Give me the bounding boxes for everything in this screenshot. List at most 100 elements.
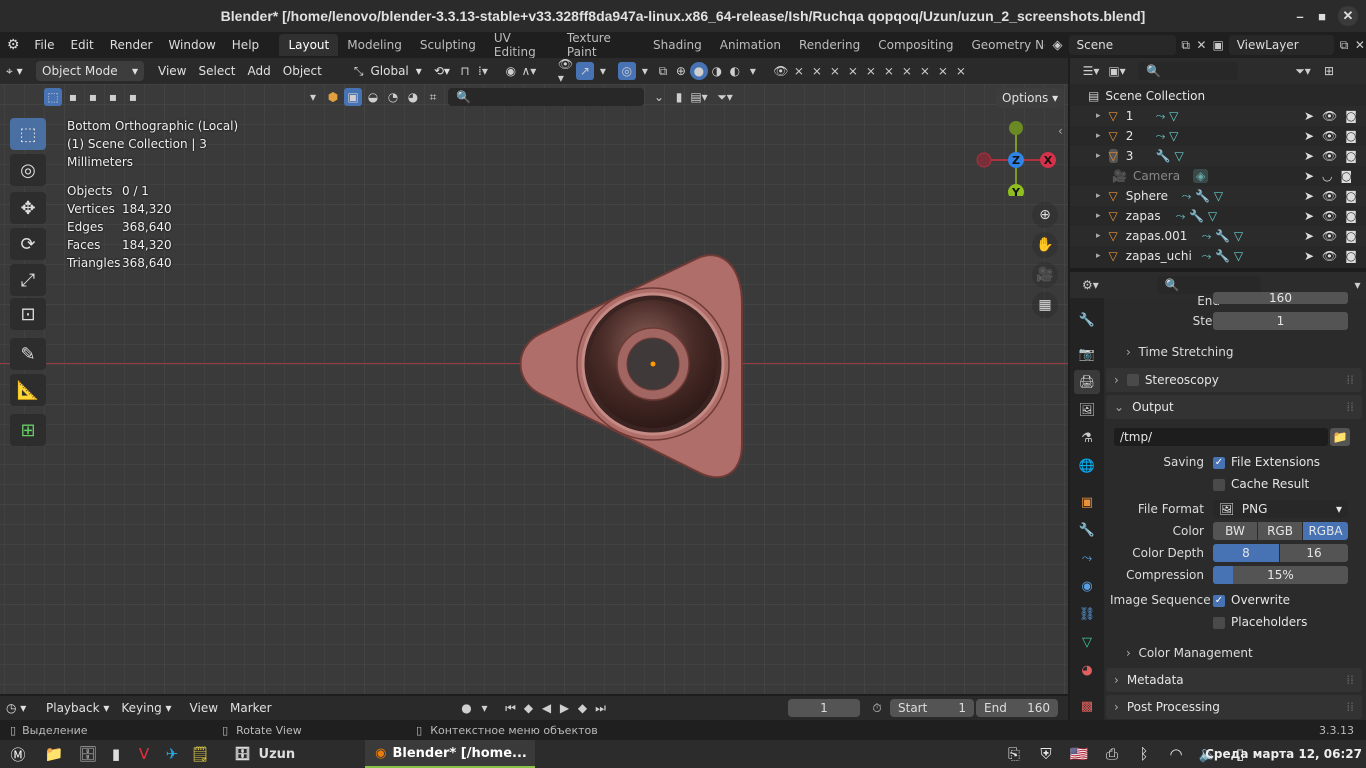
color-rgba-button[interactable]: RGBA xyxy=(1303,522,1348,540)
outliner-item-zapas-001[interactable]: ▸ ▽ zapas.001 ⤳ 🔧 ▽ ➤👁◙ xyxy=(1070,226,1366,246)
proportional-edit-icon[interactable]: ◉ xyxy=(502,62,520,80)
editor-type-icon[interactable]: ⌖ ▾ xyxy=(0,61,36,81)
output-path-field[interactable]: /tmp/ xyxy=(1114,428,1328,446)
cursor-tool[interactable]: ◎ xyxy=(10,154,46,186)
maximize-icon[interactable]: ■ xyxy=(1312,6,1332,26)
terminal-icon[interactable]: ▮ xyxy=(102,740,130,768)
tab-sculpting[interactable]: Sculpting xyxy=(411,34,485,56)
shield-icon[interactable]: ⛨ xyxy=(1032,740,1060,768)
visibility-icon[interactable]: 👁▾ xyxy=(558,57,576,85)
material-shading-icon[interactable]: ◑ xyxy=(708,62,726,80)
tab-shading[interactable]: Shading xyxy=(644,34,711,56)
scene-new-icon[interactable]: ⧉ xyxy=(1176,38,1195,53)
pan-hand-icon[interactable]: ✋ xyxy=(1032,232,1058,258)
outliner-item-sphere[interactable]: ▸ ▽ Sphere ⤳ 🔧 ▽ ➤👁◙ xyxy=(1070,186,1366,206)
mesh-filter-icon[interactable]: ◒ xyxy=(364,88,382,106)
filter-x-icon-9[interactable]: ⨯ xyxy=(934,62,952,80)
3d-viewport[interactable]: ⬚ ▪ ▪ ▪ ▪ ▾ ⬢ ▣ ◒ ◔ ◕ ⌗ 🔍 ⌄ ▮ ▤▾ ⏷▾ Opti… xyxy=(0,84,1068,694)
files-icon[interactable]: 📁 xyxy=(40,740,68,768)
select-invert-icon[interactable]: ▪ xyxy=(104,88,122,106)
scale-tool[interactable]: ⤢ xyxy=(10,264,46,296)
transform-tool[interactable]: ⊡ xyxy=(10,298,46,330)
minimize-icon[interactable]: – xyxy=(1290,6,1310,26)
rotate-tool[interactable]: ⟳ xyxy=(10,228,46,260)
display-mode-icon[interactable]: ▣▾ xyxy=(1108,62,1126,80)
file-format-dropdown[interactable]: 🖼 PNG ▾ xyxy=(1213,500,1348,518)
material-tab-icon[interactable]: ◕ xyxy=(1074,658,1100,682)
properties-options-icon[interactable]: ▾ xyxy=(1349,276,1366,294)
move-tool[interactable]: ✥ xyxy=(10,192,46,224)
metadata-panel[interactable]: › Metadata ⁞⁞ xyxy=(1106,668,1362,692)
gizmo-neg-x[interactable] xyxy=(976,152,992,168)
color-management-panel[interactable]: › Color Management xyxy=(1126,646,1253,660)
compression-slider[interactable]: 15% xyxy=(1213,566,1348,584)
menu-help[interactable]: Help xyxy=(224,34,267,56)
marker-menu[interactable]: Marker xyxy=(224,698,277,718)
jump-start-icon[interactable]: ⏮ xyxy=(502,699,520,717)
jump-end-icon[interactable]: ⏭ xyxy=(592,699,610,717)
overwrite-checkbox[interactable]: ✓ Overwrite xyxy=(1213,593,1290,607)
menu-file[interactable]: File xyxy=(26,34,62,56)
blender-logo-icon[interactable]: ⚙ xyxy=(0,37,26,53)
post-processing-panel[interactable]: › Post Processing ⁞⁞ xyxy=(1106,695,1362,719)
collapse-icon[interactable]: ⌄ xyxy=(650,88,668,106)
add-cube-tool[interactable]: ⊞ xyxy=(10,414,46,446)
outliner-filter-icon[interactable]: ⏷▾ xyxy=(1294,62,1312,80)
frame-step-field[interactable]: 1 xyxy=(1213,312,1348,330)
tab-compositing[interactable]: Compositing xyxy=(869,34,962,56)
menu-view[interactable]: View xyxy=(152,61,192,81)
gizmo-dropdown-icon[interactable]: ▾ xyxy=(594,62,612,80)
layout-icon[interactable]: ▤▾ xyxy=(690,88,708,106)
object-tab-icon[interactable]: ▣ xyxy=(1074,490,1100,514)
navigation-gizmo[interactable]: X Y Z xyxy=(972,116,1062,196)
viewport-search-input[interactable]: 🔍 xyxy=(448,88,644,106)
options-dropdown[interactable]: Options ▾ xyxy=(996,88,1065,108)
filter-x-icon-10[interactable]: ⨯ xyxy=(952,62,970,80)
scene-icon[interactable]: ◈ xyxy=(1053,38,1063,53)
gizmo-icon[interactable]: ↗ xyxy=(575,62,594,80)
grid-toggle-icon[interactable]: ▦ xyxy=(1032,292,1058,318)
keying-set-icon[interactable]: ▾ xyxy=(476,699,494,717)
tool-tab-icon[interactable]: 🔧 xyxy=(1074,308,1100,332)
select-subtract-icon[interactable]: ▪ xyxy=(84,88,102,106)
timeline-editor-icon[interactable]: ◷ ▾ xyxy=(0,698,40,718)
placeholders-checkbox[interactable]: Placeholders xyxy=(1213,615,1307,629)
time-stretching-panel[interactable]: › Time Stretching xyxy=(1126,345,1233,359)
data-tab-icon[interactable]: ▽ xyxy=(1074,630,1100,654)
menu-window[interactable]: Window xyxy=(160,34,223,56)
timeline-view-menu[interactable]: View xyxy=(184,698,224,718)
end-frame-field[interactable]: End 160 xyxy=(976,699,1058,717)
sidebar-toggle-icon[interactable]: ‹ xyxy=(1058,124,1063,138)
menu-add[interactable]: Add xyxy=(242,61,277,81)
keyboard-layout-icon[interactable]: 🇺🇸 xyxy=(1064,740,1094,768)
taskbar-app-uzun[interactable]: 🗄 Uzun xyxy=(224,740,305,768)
tab-animation[interactable]: Animation xyxy=(711,34,790,56)
select-box-tool[interactable]: ⬚ xyxy=(10,118,46,150)
filter-x-icon-2[interactable]: ⨯ xyxy=(808,62,826,80)
filter-x-icon-1[interactable]: ⨯ xyxy=(790,62,808,80)
outliner-search-input[interactable]: 🔍 xyxy=(1138,62,1238,80)
next-keyframe-icon[interactable]: ◆ xyxy=(574,699,592,717)
color-rgb-button[interactable]: RGB xyxy=(1258,522,1302,540)
play-icon[interactable]: ▶ xyxy=(556,699,574,717)
world-tab-icon[interactable]: 🌐 xyxy=(1074,454,1100,478)
outliner-item-zapas-uchi[interactable]: ▸ ▽ zapas_uchi ⤳ 🔧 ▽ ➤👁◙ xyxy=(1070,246,1366,266)
filter-x-icon-7[interactable]: ⨯ xyxy=(898,62,916,80)
menu-object[interactable]: Object xyxy=(277,61,328,81)
bluetooth-icon[interactable]: ᛒ xyxy=(1130,740,1158,768)
scene-tab-icon[interactable]: ⚗ xyxy=(1074,426,1100,450)
menu-select[interactable]: Select xyxy=(192,61,241,81)
os-menu-icon[interactable]: Ⓜ xyxy=(4,740,32,768)
object-type-icon[interactable]: ▣ xyxy=(344,88,362,106)
output-panel-header[interactable]: ⌄ Output ⁞⁞ xyxy=(1106,395,1362,419)
view-layer-delete-icon[interactable]: ✕ xyxy=(1354,38,1366,52)
prev-keyframe-icon[interactable]: ◆ xyxy=(520,699,538,717)
view-layer-tab-icon[interactable]: 🖼 xyxy=(1074,398,1100,422)
start-frame-field[interactable]: Start 1 xyxy=(890,699,974,717)
gizmo-neg-y[interactable] xyxy=(1009,121,1023,135)
outliner-item-2[interactable]: ▸ ▽ 2 ⤳ ▽ ➤👁◙ xyxy=(1070,126,1366,146)
measure-tool[interactable]: 📐 xyxy=(10,374,46,406)
keying-menu[interactable]: Keying ▾ xyxy=(115,698,177,718)
color-depth-16-button[interactable]: 16 xyxy=(1280,544,1348,562)
outliner-item-zapas[interactable]: ▸ ▽ zapas ⤳ 🔧 ▽ ➤👁◙ xyxy=(1070,206,1366,226)
